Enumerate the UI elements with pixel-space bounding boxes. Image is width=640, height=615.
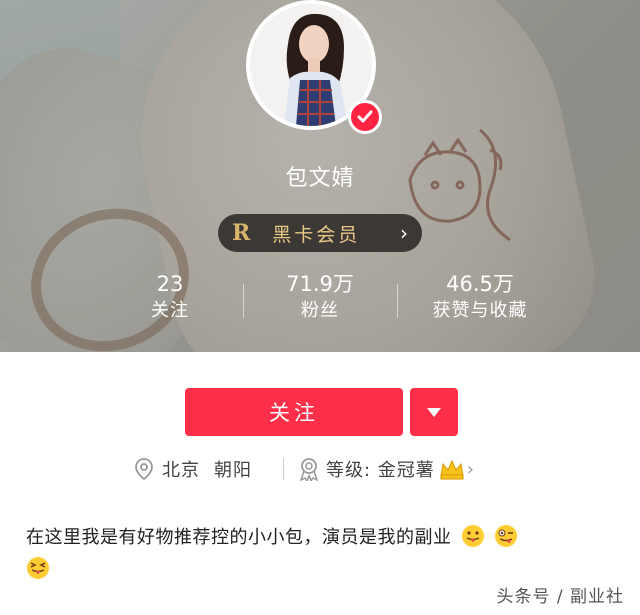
location-city: 北京 xyxy=(162,460,200,481)
follow-button[interactable]: 关注 xyxy=(185,388,403,436)
stat-value: 71.9万 xyxy=(286,272,354,296)
watermark: 头条号 / 副业社 xyxy=(496,587,624,607)
stat-label: 关注 xyxy=(151,300,189,321)
location-district: 朝阳 xyxy=(214,460,252,481)
tongue-wink-emoji xyxy=(461,525,484,547)
level-badge-icon xyxy=(299,458,319,481)
stat-followers[interactable]: 71.9万 粉丝 xyxy=(260,270,380,324)
stat-likes-collects[interactable]: 46.5万 获赞与收藏 xyxy=(405,270,555,324)
dropdown-caret-icon xyxy=(427,407,441,417)
location-info: 北京 朝阳 xyxy=(134,452,252,486)
squint-tongue-emoji xyxy=(27,557,49,579)
profile-meta: 北京 朝阳 等级: 金冠薯 › xyxy=(0,452,640,486)
profile-stats: 23 关注 71.9万 粉丝 46.5万 获赞与收藏 xyxy=(0,270,640,332)
crown-icon xyxy=(440,459,464,480)
crazy-face-emoji xyxy=(494,525,517,547)
profile-cover: 包文婧 R 黑卡会员 › 23 关注 71.9万 粉丝 46.5万 获赞与收藏 xyxy=(0,0,640,352)
verified-badge-icon xyxy=(348,100,382,134)
profile-bio: 在这里我是有好物推荐控的小小包，演员是我的副业 xyxy=(26,522,626,586)
vip-badge-button[interactable]: R 黑卡会员 › xyxy=(218,214,422,252)
more-options-button[interactable] xyxy=(410,388,458,436)
meta-divider xyxy=(283,458,284,480)
stat-label: 获赞与收藏 xyxy=(432,300,528,321)
stat-divider xyxy=(397,284,398,318)
chevron-right-icon: › xyxy=(466,458,474,480)
stat-value: 46.5万 xyxy=(446,272,514,296)
vip-logo-letter: R xyxy=(232,220,251,246)
stat-value: 23 xyxy=(156,272,184,296)
stat-divider xyxy=(243,284,244,318)
stat-following[interactable]: 23 关注 xyxy=(120,270,220,324)
location-pin-icon xyxy=(135,458,153,480)
vip-badge-label: 黑卡会员 xyxy=(272,223,361,246)
chevron-right-icon: › xyxy=(400,221,408,245)
profile-name: 包文婧 xyxy=(285,166,355,191)
bio-text: 在这里我是有好物推荐控的小小包，演员是我的副业 xyxy=(26,527,452,548)
level-label: 等级: 金冠薯 xyxy=(326,460,435,481)
stat-label: 粉丝 xyxy=(301,300,339,321)
level-info[interactable]: 等级: 金冠薯 › xyxy=(298,452,474,486)
